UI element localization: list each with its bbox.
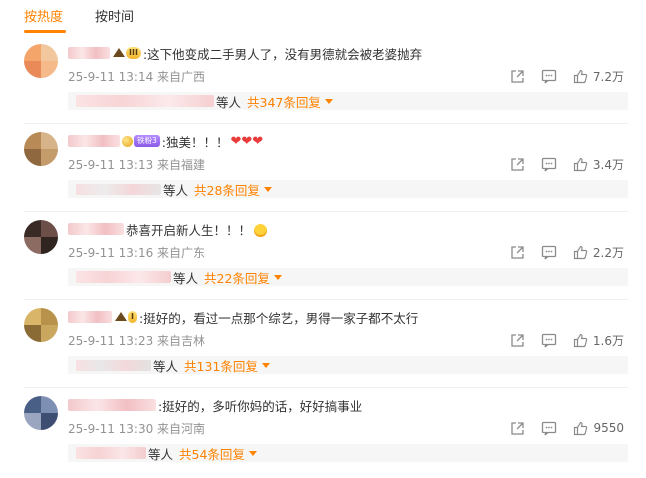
comment-item: 恭喜开启新人生！！！ 25-9-11 13:16 来自广东 2.2万 等人 共2… [0,212,646,300]
comment-button[interactable] [541,245,557,260]
comment-button[interactable] [541,69,557,84]
chevron-down-icon [273,274,282,280]
share-button[interactable] [510,333,525,348]
reply-suffix: 等人 [148,446,174,462]
comment-meta: 25-9-11 13:13 来自福建 [68,158,206,172]
fan-level-badge: 铁粉3 [122,134,160,148]
chevron-down-icon [261,362,270,368]
chevron-down-icon [263,186,272,192]
share-button[interactable] [510,157,525,172]
comment-actions: 2.2万 [510,244,624,260]
share-icon [511,421,525,435]
reply-preview[interactable]: 等人 共347条回复 [68,92,628,110]
avatar[interactable] [24,396,58,430]
comment-item: III :这下他变成二手男人了，没有男德就会被老婆抛弃 25-9-11 13:1… [0,36,646,124]
like-button[interactable]: 7.2万 [573,68,624,85]
reply-usernames [76,271,171,283]
share-button[interactable] [510,69,525,84]
share-button[interactable] [510,245,525,260]
like-icon [573,245,588,259]
avatar[interactable] [24,308,58,342]
comment-actions: 3.4万 [510,156,624,172]
share-icon [511,69,524,83]
comment-text: :独美！！！ [161,134,229,150]
username[interactable] [68,47,110,59]
reply-suffix: 等人 [163,182,189,198]
reply-suffix: 等人 [216,94,242,110]
share-icon [511,157,524,171]
comment-text: :这下他变成二手男人了，没有男德就会被老婆抛弃 [142,46,423,62]
comment-button[interactable] [541,157,557,172]
like-icon [574,421,588,435]
reply-preview[interactable]: 等人 共131条回复 [68,356,628,374]
like-icon [573,157,588,171]
comment-meta: 25-9-11 13:16 来自广东 [68,246,206,260]
tab-by-time[interactable]: 按时间 [95,10,134,26]
smiley-emoji [254,223,268,237]
share-icon [511,333,524,347]
comment-text: :挺好的，多听你妈的话，好好搞事业 [158,398,363,414]
comment-meta: 25-9-11 13:14 来自广西 [68,70,206,84]
share-button[interactable] [510,421,525,436]
comment-item: :挺好的，多听你妈的话，好好搞事业 25-9-11 13:30 来自河南 955… [0,388,646,476]
comment-icon [541,333,557,347]
like-button[interactable]: 3.4万 [573,156,624,173]
reply-preview[interactable]: 等人 共28条回复 [68,180,628,198]
comment-item: 铁粉3 :独美！！！ ❤❤❤ 25-9-11 13:13 来自福建 3.4万 等… [0,124,646,212]
comment-button[interactable] [541,333,557,348]
avatar[interactable] [24,220,58,254]
avatar[interactable] [24,132,58,166]
like-count: 9550 [593,421,624,435]
like-count: 1.6万 [592,333,624,348]
like-icon [573,333,588,347]
tab-by-hotness[interactable]: 按热度 [24,10,63,26]
username[interactable] [68,223,124,235]
comment-meta: 25-9-11 13:23 来自吉林 [68,334,206,348]
comment-actions: 7.2万 [510,68,624,84]
like-count: 2.2万 [592,245,624,260]
comment-text: :挺好的，看过一点那个综艺，男得一家子都不太行 [138,310,419,326]
chevron-down-icon [248,450,257,456]
comment-icon [541,69,557,83]
like-button[interactable]: 9550 [573,421,624,436]
view-replies-link[interactable]: 共28条回复 [194,180,272,199]
view-replies-link[interactable]: 共54条回复 [179,444,257,463]
reply-suffix: 等人 [153,358,179,374]
reply-usernames [76,183,161,195]
username[interactable] [68,135,120,147]
comment-item: I :挺好的，看过一点那个综艺，男得一家子都不太行 25-9-11 13:23 … [0,300,646,388]
like-button[interactable]: 2.2万 [573,244,624,261]
comment-icon [541,245,557,259]
username[interactable] [68,399,156,411]
reply-preview[interactable]: 等人 共54条回复 [68,444,628,462]
view-replies-link[interactable]: 共347条回复 [247,92,333,111]
like-count: 7.2万 [592,69,624,84]
comment-icon [542,421,557,435]
view-replies-link[interactable]: 共22条回复 [204,268,282,287]
active-tab-indicator [24,30,66,33]
fan-level-badge: I [115,310,137,324]
like-icon [573,69,588,83]
username[interactable] [68,311,112,323]
fan-level-badge: III [113,46,141,60]
reply-usernames [76,447,146,459]
comment-button[interactable] [541,421,557,436]
reply-usernames [76,95,214,107]
reply-suffix: 等人 [173,270,199,286]
comment-actions: 9550 [510,420,624,436]
comment-actions: 1.6万 [510,332,624,348]
sort-tabs: 按热度 按时间 [0,0,646,36]
chevron-down-icon [324,98,333,104]
share-icon [511,245,524,259]
view-replies-link[interactable]: 共131条回复 [184,356,270,375]
like-count: 3.4万 [592,157,624,172]
avatar[interactable] [24,44,58,78]
comment-meta: 25-9-11 13:30 来自河南 [68,422,206,436]
comment-text: 恭喜开启新人生！！！ [126,222,252,238]
like-button[interactable]: 1.6万 [573,332,624,349]
reply-usernames [76,359,151,371]
comment-icon [541,157,557,171]
heart-emoji: ❤❤❤ [230,133,264,149]
reply-preview[interactable]: 等人 共22条回复 [68,268,628,286]
